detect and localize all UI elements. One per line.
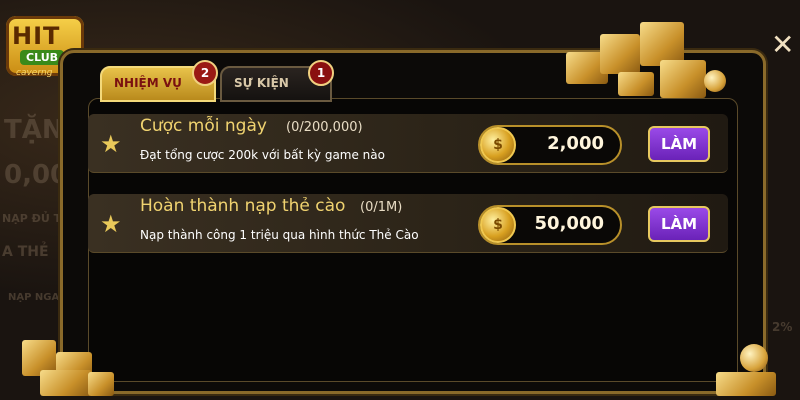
- reward-pill: $ 50,000: [478, 205, 622, 245]
- star-icon: ★: [100, 210, 122, 238]
- bg-text-2: 0,00: [4, 160, 69, 190]
- bg-text-1: TẶN: [4, 115, 64, 145]
- logo-club-text: CLUB: [20, 50, 65, 65]
- coin-icon: $: [480, 207, 516, 243]
- do-task-button[interactable]: LÀM: [648, 126, 710, 162]
- star-icon: ★: [100, 130, 122, 158]
- tab-missions-label: NHIỆM VỤ: [114, 76, 182, 90]
- bg-text-3: NẠP ĐỦ T: [2, 212, 62, 225]
- tab-missions[interactable]: NHIỆM VỤ 2: [100, 60, 218, 102]
- reward-amount: 2,000: [547, 133, 604, 154]
- task-progress: (0/1M): [360, 200, 403, 215]
- do-task-button[interactable]: LÀM: [648, 206, 710, 242]
- reward-pill: $ 2,000: [478, 125, 622, 165]
- close-icon[interactable]: ✕: [771, 28, 794, 61]
- coin-icon: $: [480, 127, 516, 163]
- task-title: Cược mỗi ngày: [140, 116, 267, 136]
- list-item: ★ Hoàn thành nạp thẻ cào (0/1M) Nạp thàn…: [88, 194, 728, 253]
- tab-missions-badge: 2: [192, 60, 218, 86]
- bg-text-6: 2%: [772, 320, 793, 334]
- bg-text-4: A THẺ: [2, 244, 49, 260]
- bg-text-5: NẠP NGA: [8, 292, 60, 303]
- task-description: Đạt tổng cược 200k với bất kỳ game nào: [140, 148, 385, 162]
- tab-events-label: SỰ KIỆN: [234, 76, 289, 90]
- reward-amount: 50,000: [534, 213, 604, 234]
- logo-domain-text: caverng: [16, 68, 53, 78]
- tab-events-badge: 1: [308, 60, 334, 86]
- task-description: Nạp thành công 1 triệu qua hình thức Thẻ…: [140, 228, 419, 242]
- task-progress: (0/200,000): [286, 120, 363, 135]
- logo-main-text: HIT: [12, 22, 61, 50]
- task-title: Hoàn thành nạp thẻ cào: [140, 196, 346, 216]
- tab-events[interactable]: SỰ KIỆN 1: [220, 60, 334, 102]
- list-item: ★ Cược mỗi ngày (0/200,000) Đạt tổng cượ…: [88, 114, 728, 173]
